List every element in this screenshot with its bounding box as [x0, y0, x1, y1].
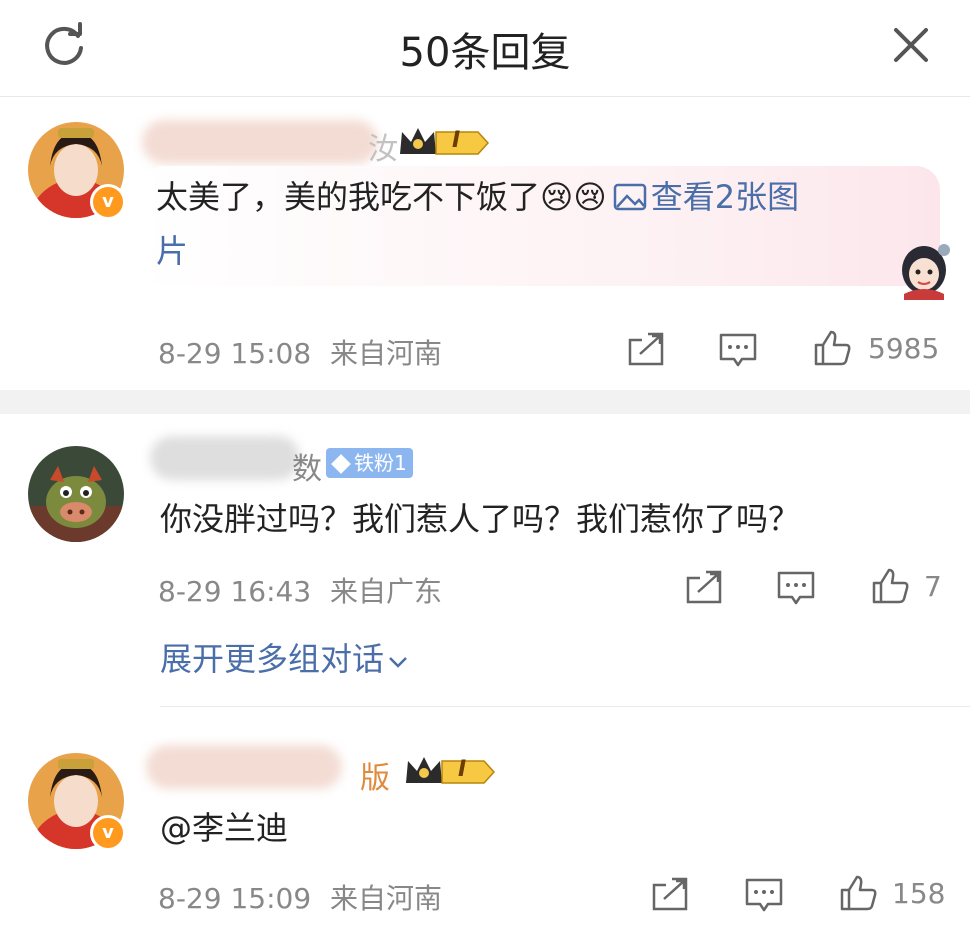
expand-conversation-link[interactable]: 展开更多组对话 [160, 634, 410, 680]
comment-time: 8-29 15:08 [158, 337, 312, 370]
sticker-icon [902, 244, 950, 300]
comment-item: 数 铁粉1 你没胖过吗？我们惹人了吗？我们惹你了吗？ 8-29 16:43 来自… [0, 414, 970, 706]
comment-text: 太美了，美的我吃不下饭了 [156, 178, 541, 216]
username-suffix: 版 [360, 761, 390, 796]
like-icon[interactable] [812, 328, 852, 368]
comment-icon[interactable] [744, 875, 784, 915]
fan-badge: 铁粉1 [326, 448, 413, 478]
verified-badge: v [90, 184, 126, 220]
username-blurred[interactable] [146, 745, 342, 789]
like-count: 7 [924, 570, 942, 603]
like-count: 5985 [868, 332, 940, 365]
comment-location: 来自河南 [330, 337, 443, 370]
comment-icon[interactable] [776, 568, 816, 608]
chevron-down-icon [389, 657, 407, 668]
comment-icon[interactable] [718, 330, 758, 370]
fan-badge-label: 铁粉1 [354, 451, 407, 475]
username-blurred[interactable] [150, 436, 300, 480]
view-images-link-cont[interactable]: 片 [156, 224, 188, 278]
comment-item: v 汝 I 太美了，美的我吃不下饭了😢😢 查看2张图 片 8-29 15:08 来… [0, 0, 970, 390]
view-images-link-label: 查看2张图 [650, 178, 800, 216]
cry-emoji: 😢 [540, 178, 574, 216]
cry-emoji: 😢 [573, 178, 607, 216]
like-count: 158 [892, 877, 946, 910]
comment-meta: 8-29 15:09 来自河南 [158, 877, 442, 917]
avatar[interactable] [28, 446, 124, 542]
comment-location: 来自广东 [330, 575, 443, 608]
level-label: I [452, 128, 461, 153]
comment-time: 8-29 15:09 [158, 882, 312, 915]
level-label: I [458, 757, 467, 782]
comment-meta: 8-29 16:43 来自广东 [158, 570, 442, 610]
username-suffix: 数 [292, 452, 322, 487]
image-icon [613, 183, 646, 211]
comment-meta: 8-29 15:08 来自河南 [158, 332, 442, 372]
member-crown-icon [400, 128, 490, 155]
comment-text-line: 太美了，美的我吃不下饭了😢😢 查看2张图 [156, 170, 916, 224]
view-images-link[interactable]: 查看2张图 [613, 178, 799, 216]
share-icon[interactable] [650, 875, 690, 915]
comment-text: 你没胖过吗？我们惹人了吗？我们惹你了吗？ [160, 500, 801, 538]
verified-badge: v [90, 815, 126, 851]
share-icon[interactable] [626, 330, 666, 370]
member-crown-icon [406, 757, 496, 784]
comment-time: 8-29 16:43 [158, 575, 312, 608]
diamond-icon [331, 453, 351, 474]
like-icon[interactable] [870, 566, 910, 606]
comment-location: 来自河南 [330, 882, 443, 915]
expand-conversation-label: 展开更多组对话 [160, 640, 385, 678]
comment-item: v 版 I @李兰迪 8-29 15:09 来自河南 158 [0, 707, 970, 935]
like-icon[interactable] [838, 873, 878, 913]
username-suffix: 汝 [368, 132, 398, 167]
share-icon[interactable] [684, 568, 724, 608]
username-blurred[interactable] [142, 120, 378, 164]
section-divider [0, 390, 970, 414]
comment-text: @李兰迪 [160, 809, 289, 847]
